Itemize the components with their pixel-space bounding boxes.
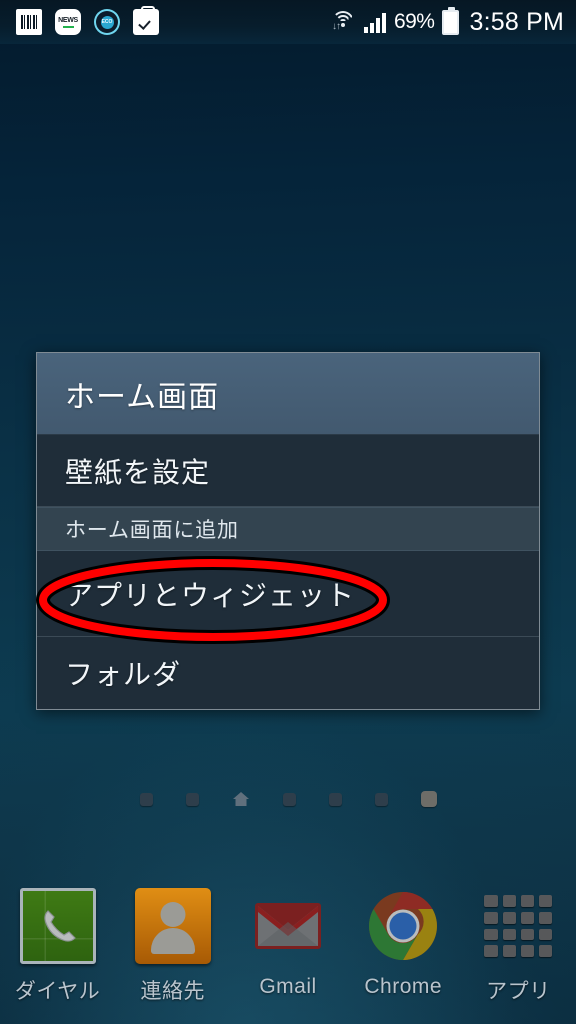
dock-item-contacts[interactable]: 連絡先 <box>115 888 230 1005</box>
news-icon[interactable]: NEWS <box>55 9 81 35</box>
menu-item-set-wallpaper[interactable]: 壁紙を設定 <box>37 435 539 507</box>
status-indicators: ↓↑ 69% 3:58 PM <box>331 6 576 37</box>
context-menu-title: ホーム画面 <box>37 353 539 435</box>
menu-item-apps-and-widgets[interactable]: アプリとウィジェット <box>37 551 539 637</box>
apps-grid-icon[interactable] <box>480 888 556 964</box>
dock-label-contacts: 連絡先 <box>140 980 206 1003</box>
menu-section-add-to-home: ホーム画面に追加 <box>37 507 539 551</box>
page-indicator[interactable] <box>0 786 576 812</box>
notification-icon-tray[interactable]: NEWS ECO <box>0 6 159 35</box>
dock-item-gmail[interactable]: Gmail <box>230 888 345 999</box>
menu-item-folder[interactable]: フォルダ <box>37 637 539 709</box>
dock-label-chrome: Chrome <box>364 975 443 998</box>
page-dot-6[interactable] <box>374 792 388 806</box>
status-clock: 3:58 PM <box>469 7 564 36</box>
phone-icon[interactable] <box>19 888 96 964</box>
chrome-icon[interactable] <box>365 888 441 964</box>
contacts-icon[interactable] <box>134 888 211 964</box>
page-dot-7-active[interactable] <box>420 791 437 807</box>
dock[interactable]: ダイヤル 連絡先 Gmail Chrome アプリ <box>0 874 576 1024</box>
gmail-icon[interactable] <box>250 888 326 964</box>
briefcase-check-icon[interactable] <box>133 6 159 35</box>
page-dot-5[interactable] <box>328 792 342 806</box>
barcode-icon[interactable] <box>16 9 42 35</box>
dock-item-chrome[interactable]: Chrome <box>346 888 461 999</box>
dock-label-gmail: Gmail <box>259 975 317 998</box>
home-screen-context-menu[interactable]: ホーム画面 壁紙を設定 ホーム画面に追加 アプリとウィジェット フォルダ <box>36 352 540 710</box>
eco-icon[interactable]: ECO <box>94 9 120 35</box>
page-dot-2[interactable] <box>185 792 199 806</box>
wifi-icon: ↓↑ <box>331 10 356 34</box>
battery-icon <box>442 6 460 35</box>
dock-label-dialer: ダイヤル <box>14 980 101 1003</box>
status-bar[interactable]: NEWS ECO ↓↑ 69% 3:58 PM <box>0 0 576 44</box>
battery-percent: 69% <box>393 10 435 33</box>
dock-label-apps: アプリ <box>486 980 551 1003</box>
home-page-icon[interactable] <box>232 791 250 807</box>
cellular-signal-icon <box>363 11 386 33</box>
dock-item-dialer[interactable]: ダイヤル <box>0 888 115 1005</box>
page-dot-1[interactable] <box>139 792 153 806</box>
page-dot-4[interactable] <box>282 792 296 806</box>
dock-item-apps[interactable]: アプリ <box>461 888 576 1005</box>
